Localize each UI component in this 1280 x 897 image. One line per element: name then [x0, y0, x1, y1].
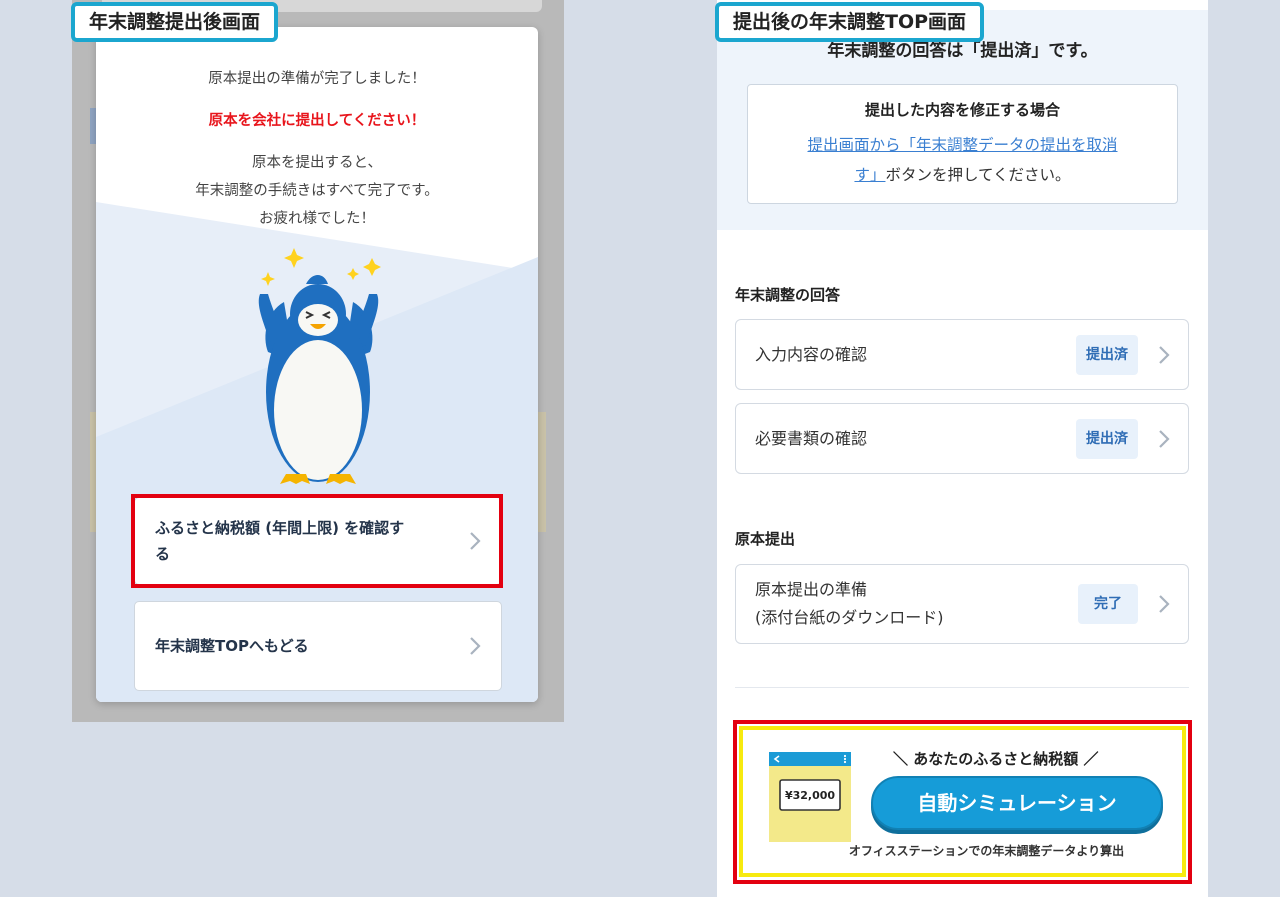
chevron-right-icon: [1159, 595, 1170, 613]
completion-modal: 原本提出の準備が完了しました！ 原本を会社に提出してください！ 原本を提出すると…: [96, 27, 538, 702]
cancel-submission-link[interactable]: 提出画面から「年末調整データの提出を取消: [807, 136, 1117, 154]
cancel-submission-link-cont[interactable]: す」: [854, 166, 885, 184]
status-badge: 提出済: [1076, 418, 1138, 459]
modal-line-after: 原本を提出すると、: [252, 155, 382, 171]
back-to-top-button[interactable]: 年末調整TOPへもどる: [134, 601, 502, 691]
correction-notice-box: 提出した内容を修正する場合 提出画面から「年末調整データの提出を取消 す」ボタン…: [747, 84, 1178, 204]
highlight-frame-furusato: [131, 494, 503, 588]
status-badge: 提出済: [1076, 334, 1138, 375]
chevron-right-icon: [1159, 345, 1170, 364]
notice-title: 提出した内容を修正する場合: [864, 101, 1060, 119]
modal-line-submit-original: 原本を会社に提出してください！: [208, 113, 426, 129]
item-label: 入力内容の確認: [755, 344, 868, 364]
section-divider: [735, 687, 1189, 688]
documents-confirmation-item[interactable]: 必要書類の確認 提出済: [735, 403, 1189, 474]
chevron-right-icon: [1159, 429, 1170, 448]
background-card-edge-right: [538, 412, 546, 532]
label-tag-right: 提出後の年末調整TOP画面: [715, 2, 985, 42]
modal-line-thanks: お疲れ様でした！: [259, 211, 375, 227]
chevron-right-icon: [470, 637, 481, 655]
modal-line-complete: 年末調整の手続きはすべて完了です。: [195, 183, 439, 199]
modal-line-ready: 原本提出の準備が完了しました！: [208, 71, 426, 87]
original-submission-section-title: 原本提出: [735, 530, 796, 548]
item-label-line1: 原本提出の準備: [755, 580, 868, 599]
item-label: 必要書類の確認: [755, 428, 868, 448]
penguin-mascot-icon: [258, 248, 381, 484]
highlight-frame-promo: [733, 720, 1192, 884]
back-to-top-label: 年末調整TOPへもどる: [155, 637, 309, 655]
label-tag-left: 年末調整提出後画面: [71, 2, 279, 42]
original-preparation-item[interactable]: 原本提出の準備 (添付台紙のダウンロード) 完了: [735, 564, 1189, 644]
answers-section-title: 年末調整の回答: [735, 286, 841, 304]
notice-text: ボタンを押してください。: [885, 166, 1071, 184]
item-label-line2: (添付台紙のダウンロード): [755, 608, 944, 627]
status-badge: 完了: [1078, 584, 1138, 624]
input-confirmation-item[interactable]: 入力内容の確認 提出済: [735, 319, 1189, 390]
